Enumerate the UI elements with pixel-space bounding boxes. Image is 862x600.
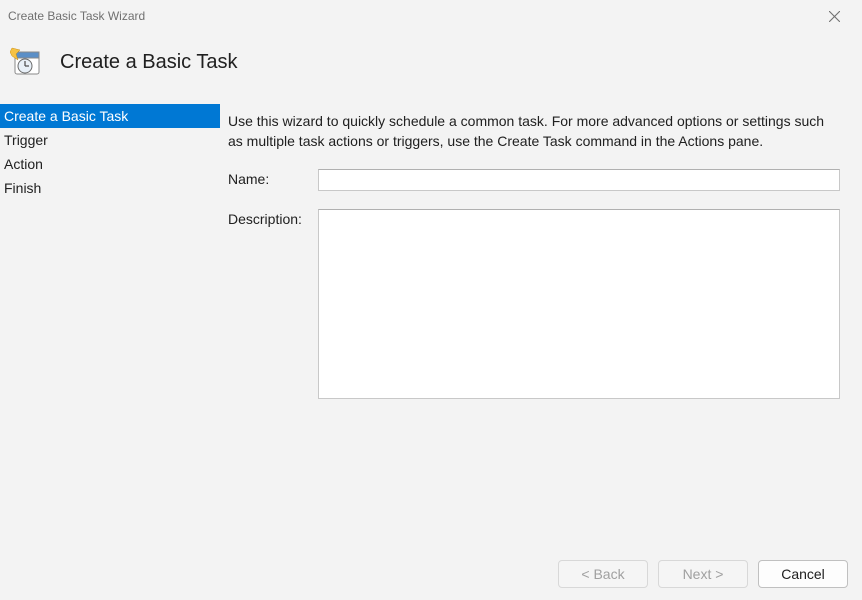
- close-button[interactable]: [818, 4, 850, 28]
- intro-text: Use this wizard to quickly schedule a co…: [228, 112, 840, 151]
- close-icon: [829, 11, 840, 22]
- name-input[interactable]: [318, 169, 840, 191]
- window-title: Create Basic Task Wizard: [8, 9, 145, 23]
- wizard-content: Use this wizard to quickly schedule a co…: [220, 104, 862, 550]
- sidebar-item-label: Finish: [4, 180, 41, 196]
- sidebar-item-trigger[interactable]: Trigger: [0, 128, 220, 152]
- sidebar-item-label: Action: [4, 156, 43, 172]
- wizard-header: Create a Basic Task: [0, 32, 862, 104]
- description-label: Description:: [228, 209, 318, 227]
- sidebar-item-label: Create a Basic Task: [4, 108, 128, 124]
- wizard-footer: < Back Next > Cancel: [0, 550, 862, 600]
- name-label: Name:: [228, 169, 318, 187]
- sidebar-item-action[interactable]: Action: [0, 152, 220, 176]
- wizard-sidebar: Create a Basic Task Trigger Action Finis…: [0, 104, 220, 550]
- task-scheduler-icon: [10, 46, 42, 78]
- page-title: Create a Basic Task: [60, 51, 238, 74]
- wizard-window: Create Basic Task Wizard Create a Basic …: [0, 0, 862, 600]
- sidebar-item-create-basic-task[interactable]: Create a Basic Task: [0, 104, 220, 128]
- back-button: < Back: [558, 560, 648, 588]
- sidebar-item-label: Trigger: [4, 132, 48, 148]
- next-button[interactable]: Next >: [658, 560, 748, 588]
- cancel-button[interactable]: Cancel: [758, 560, 848, 588]
- description-row: Description:: [228, 209, 840, 402]
- description-input[interactable]: [318, 209, 840, 399]
- sidebar-item-finish[interactable]: Finish: [0, 176, 220, 200]
- titlebar: Create Basic Task Wizard: [0, 0, 862, 32]
- name-row: Name:: [228, 169, 840, 191]
- wizard-body: Create a Basic Task Trigger Action Finis…: [0, 104, 862, 550]
